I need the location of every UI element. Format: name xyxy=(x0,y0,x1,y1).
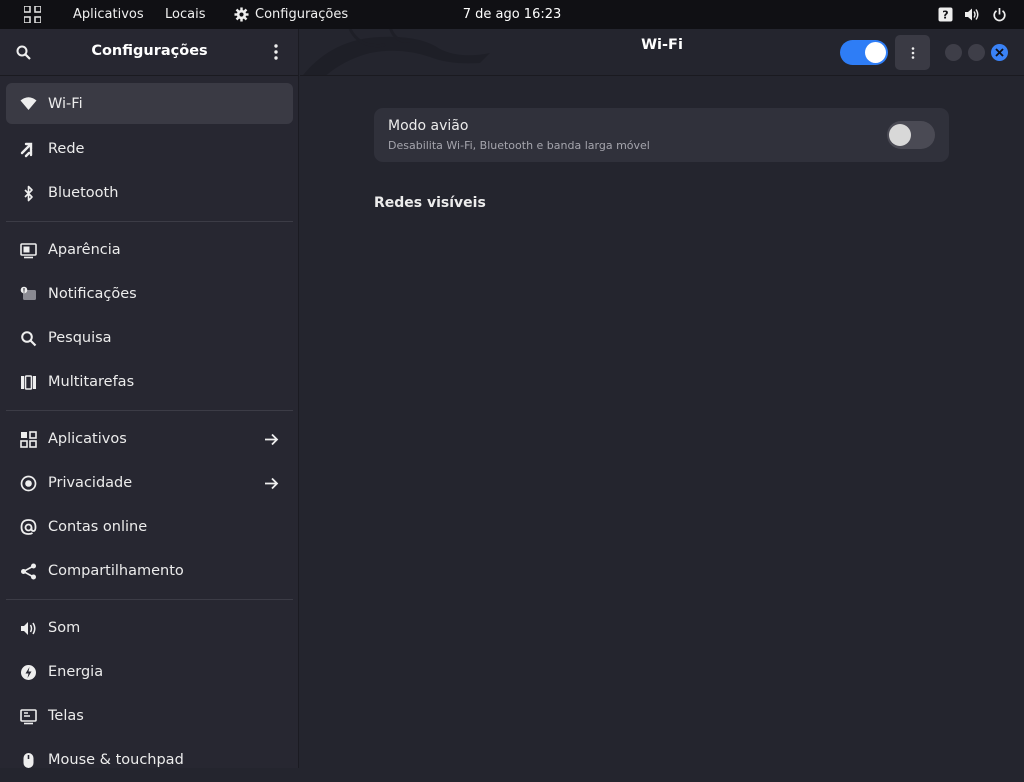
display-icon xyxy=(20,708,37,725)
network-icon xyxy=(20,141,37,158)
top-bar: Aplicativos Locais Configurações 7 de ag… xyxy=(0,0,1024,29)
applications-menu[interactable]: Aplicativos xyxy=(73,0,144,29)
sidebar-separator xyxy=(6,410,293,411)
header-bar: Wi-Fi xyxy=(300,29,1024,76)
main-content: Wi-Fi Modo avião Desabilita Wi-Fi, Bluet… xyxy=(300,29,1024,768)
close-button[interactable] xyxy=(991,44,1008,61)
sidebar-item-label: Contas online xyxy=(48,519,148,535)
sidebar-item-label: Bluetooth xyxy=(48,185,119,201)
sidebar-item-label: Privacidade xyxy=(48,475,133,491)
sidebar-item-label: Aplicativos xyxy=(48,431,127,447)
sidebar-item-label: Multitarefas xyxy=(48,374,135,390)
wifi-menu-button[interactable] xyxy=(895,35,930,70)
sidebar-item-compartilhamento[interactable]: Compartilhamento xyxy=(6,549,293,593)
airplane-mode-toggle[interactable] xyxy=(887,121,935,149)
apps-icon xyxy=(20,430,37,448)
multitasking-icon xyxy=(20,374,37,391)
activities-grid-icon[interactable] xyxy=(24,6,41,23)
sidebar-item-privacidade[interactable]: Privacidade xyxy=(6,461,293,505)
sidebar-item-bluetooth[interactable]: Bluetooth xyxy=(6,171,293,215)
sidebar-item-label: Notificações xyxy=(48,286,137,302)
app-menu-settings[interactable]: Configurações xyxy=(255,0,348,29)
wifi-icon xyxy=(20,95,37,112)
sidebar-item-label: Som xyxy=(48,620,81,636)
sidebar-item-label: Compartilhamento xyxy=(48,563,184,579)
sidebar-item-energia[interactable]: Energia xyxy=(6,650,293,694)
sidebar-item-label: Mouse & touchpad xyxy=(48,752,184,768)
sidebar-item-aplicativos[interactable]: Aplicativos xyxy=(6,417,293,461)
sidebar-item-aparencia[interactable]: Aparência xyxy=(6,228,293,272)
arrow-right-icon xyxy=(265,477,279,489)
minimize-button[interactable] xyxy=(945,44,962,61)
help-icon[interactable]: ? xyxy=(938,7,953,22)
gear-icon xyxy=(234,7,249,22)
sidebar-item-wi-fi[interactable]: Wi-Fi xyxy=(6,83,293,124)
sidebar-item-label: Aparência xyxy=(48,242,121,258)
appearance-icon xyxy=(20,242,37,259)
airplane-mode-title: Modo avião xyxy=(388,118,469,134)
share-icon xyxy=(20,563,37,580)
sidebar-item-label: Pesquisa xyxy=(48,330,112,346)
svg-text:!: ! xyxy=(23,287,26,294)
airplane-mode-subtitle: Desabilita Wi-Fi, Bluetooth e banda larg… xyxy=(388,139,650,152)
sidebar-item-mouse-touchpad[interactable]: Mouse & touchpad xyxy=(6,738,293,782)
sidebar-item-label: Wi-Fi xyxy=(48,95,83,112)
sidebar-item-contas-online[interactable]: Contas online xyxy=(6,505,293,549)
bluetooth-icon xyxy=(20,185,37,202)
sidebar-nav: Wi-Fi Rede Bluetooth Aparência! Notificações… xyxy=(6,83,293,782)
sidebar-item-multitarefas[interactable]: Multitarefas xyxy=(6,360,293,404)
sound-icon xyxy=(20,620,37,637)
sidebar-item-pesquisa[interactable]: Pesquisa xyxy=(6,316,293,360)
power-icon xyxy=(20,664,37,681)
volume-icon[interactable] xyxy=(964,7,979,22)
kebab-menu-icon[interactable] xyxy=(269,43,283,61)
mouse-icon xyxy=(20,752,37,769)
toggle-knob xyxy=(889,124,911,146)
sidebar-item-label: Rede xyxy=(48,141,85,157)
arrow-right-icon xyxy=(265,433,279,445)
notifications-icon: ! xyxy=(20,286,37,303)
power-icon[interactable] xyxy=(992,7,1007,22)
search-icon xyxy=(20,330,37,347)
sidebar-title: Configurações xyxy=(91,43,208,59)
maximize-button[interactable] xyxy=(968,44,985,61)
sidebar-item-notificacoes[interactable]: ! Notificações xyxy=(6,272,293,316)
places-menu[interactable]: Locais xyxy=(165,0,205,29)
toggle-knob xyxy=(865,42,886,63)
sidebar-separator xyxy=(6,599,293,600)
settings-sidebar: Configurações Wi-Fi Rede Bluetooth Aparênci… xyxy=(0,29,299,768)
sidebar-item-label: Telas xyxy=(48,708,84,724)
sidebar-item-som[interactable]: Som xyxy=(6,606,293,650)
airplane-mode-row: Modo avião Desabilita Wi-Fi, Bluetooth e… xyxy=(374,108,949,162)
sidebar-separator xyxy=(6,221,293,222)
clock[interactable]: 7 de ago 16:23 xyxy=(463,7,562,22)
wifi-toggle[interactable] xyxy=(840,40,888,65)
close-icon xyxy=(995,48,1004,57)
visible-networks-heading: Redes visíveis xyxy=(374,195,486,211)
sidebar-item-rede[interactable]: Rede xyxy=(6,127,293,171)
privacy-icon xyxy=(20,475,37,492)
sidebar-item-label: Energia xyxy=(48,664,104,680)
at-icon xyxy=(20,518,37,536)
sidebar-header: Configurações xyxy=(0,29,298,76)
svg-text:?: ? xyxy=(942,9,948,22)
sidebar-item-telas[interactable]: Telas xyxy=(6,694,293,738)
kebab-menu-icon xyxy=(911,46,914,59)
